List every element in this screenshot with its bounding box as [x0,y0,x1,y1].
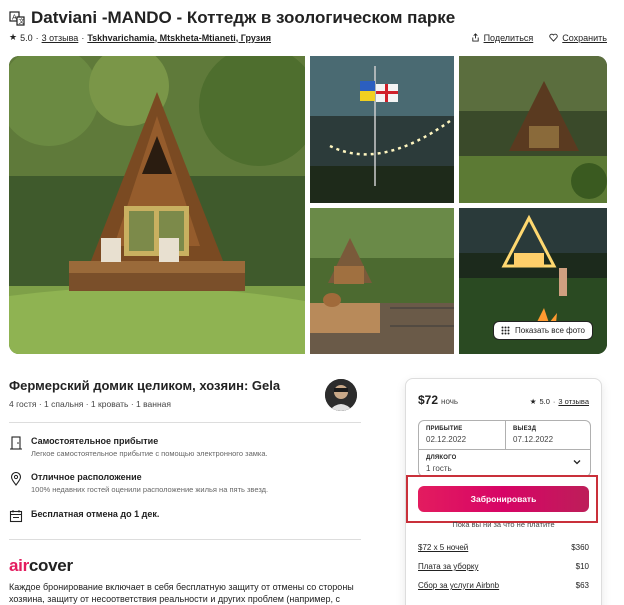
svg-text:A: A [12,14,17,22]
save-button[interactable]: Сохранить [549,33,607,43]
save-label: Сохранить [562,32,607,43]
host-details: 4 гостя · 1 спальня · 1 кровать · 1 ванн… [9,399,171,409]
guests-field[interactable]: ДЛЯКОГО 1 гость [419,450,592,478]
share-icon [471,33,479,42]
star-icon: ★ [9,32,18,42]
checkout-field[interactable]: ВЫЕЗД 07.12.2022 [506,421,592,449]
feature-free-cancellation: Бесплатная отмена до 1 дек. [9,509,349,523]
photo-deck-dog[interactable] [310,208,454,354]
reserve-button[interactable]: Забронировать [418,486,589,512]
feature-title: Бесплатная отмена до 1 дек. [31,509,160,519]
booking-reviews-link[interactable]: 3 отзыва [558,397,589,406]
photo-flags-night[interactable] [310,56,454,203]
calendar-icon [9,510,23,523]
photo-main[interactable] [9,56,305,354]
feature-subtitle: Легкое самостоятельное прибытие с помощь… [31,449,268,458]
price-per-night: $72 ночь [418,393,458,407]
feature-title: Отличное расположение [31,472,142,482]
guests-value: 1 гость [426,464,452,473]
host-avatar[interactable] [325,379,357,411]
price-line-amount: $360 [571,543,589,552]
price-value: $72 [418,393,439,407]
feature-subtitle: 100% недавних гостей оценили расположени… [31,485,269,494]
price-line-service-fee: Сбор за услуги Airbnb $63 [418,581,589,590]
checkin-value: 02.12.2022 [426,435,467,444]
checkin-field[interactable]: ПРИБЫТИЕ 02.12.2022 [419,421,505,449]
no-charge-note: Пока вы ни за что не платите [452,520,555,529]
photo-gallery: Показать все фото [9,56,607,354]
price-line-label[interactable]: Плата за уборку [418,562,478,571]
divider [9,422,361,423]
per-night-label: ночь [441,397,459,406]
show-all-label: Показать все фото [515,326,585,335]
checkout-label: ВЫЕЗД [513,426,537,432]
grid-dots-icon [501,326,510,335]
chevron-down-icon[interactable] [572,457,582,467]
photo-cabin-side[interactable] [459,56,607,203]
host-title: Фермерский домик целиком, хозяин: Gela [9,378,281,393]
rating-value: 5.0 [20,32,33,43]
feature-title: Самостоятельное прибытие [31,436,159,446]
price-line-label[interactable]: Сбор за услуги Airbnb [418,581,499,590]
translate-icon[interactable]: A 文 [9,10,25,26]
reviews-link[interactable]: 3 отзыва [42,33,79,43]
booking-rating: ★ 5.0 · 3 отзыва [529,397,589,406]
feature-location: Отличное расположение 100% недавних гост… [9,472,349,494]
page-title: Datviani -MANDO - Коттедж в зоологическо… [31,8,456,27]
location-link[interactable]: Tskhvarichamia, Mtskheta-Mtianeti, Грузи… [87,33,271,43]
door-icon [10,436,22,450]
svg-text:文: 文 [19,18,25,26]
aircover-description: Каждое бронирование включает в себя бесп… [9,582,354,604]
location-pin-icon [10,472,22,486]
checkout-value: 07.12.2022 [513,435,554,444]
price-line-nights: $72 x 5 ночей $360 [418,543,589,552]
feature-self-checkin: Самостоятельное прибытие Легкое самостоя… [9,436,349,458]
checkin-label: ПРИБЫТИЕ [426,426,463,432]
show-all-photos-button[interactable]: Показать все фото [493,321,593,340]
price-line-amount: $10 [575,562,589,571]
host-summary: Фермерский домик целиком, хозяин: Gela 4… [9,378,359,409]
price-line-cleaning: Плата за уборку $10 [418,562,589,571]
heart-icon [549,33,558,42]
price-line-amount: $63 [575,581,589,590]
listing-meta: ★ 5.0 · 3 отзыва · Tskhvarichamia, Mtskh… [9,32,607,43]
aircover-logo: aircover [9,556,73,575]
share-button[interactable]: Поделиться [471,32,534,43]
divider [9,539,361,540]
share-label: Поделиться [483,32,534,43]
star-icon: ★ [529,397,537,406]
price-line-label[interactable]: $72 x 5 ночей [418,543,468,552]
dates-guests-picker: ПРИБЫТИЕ 02.12.2022 ВЫЕЗД 07.12.2022 ДЛЯ… [418,420,591,477]
title-row: A 文 Datviani -MANDO - Коттедж в зоологич… [9,8,455,28]
guests-label: ДЛЯКОГО [426,455,457,461]
